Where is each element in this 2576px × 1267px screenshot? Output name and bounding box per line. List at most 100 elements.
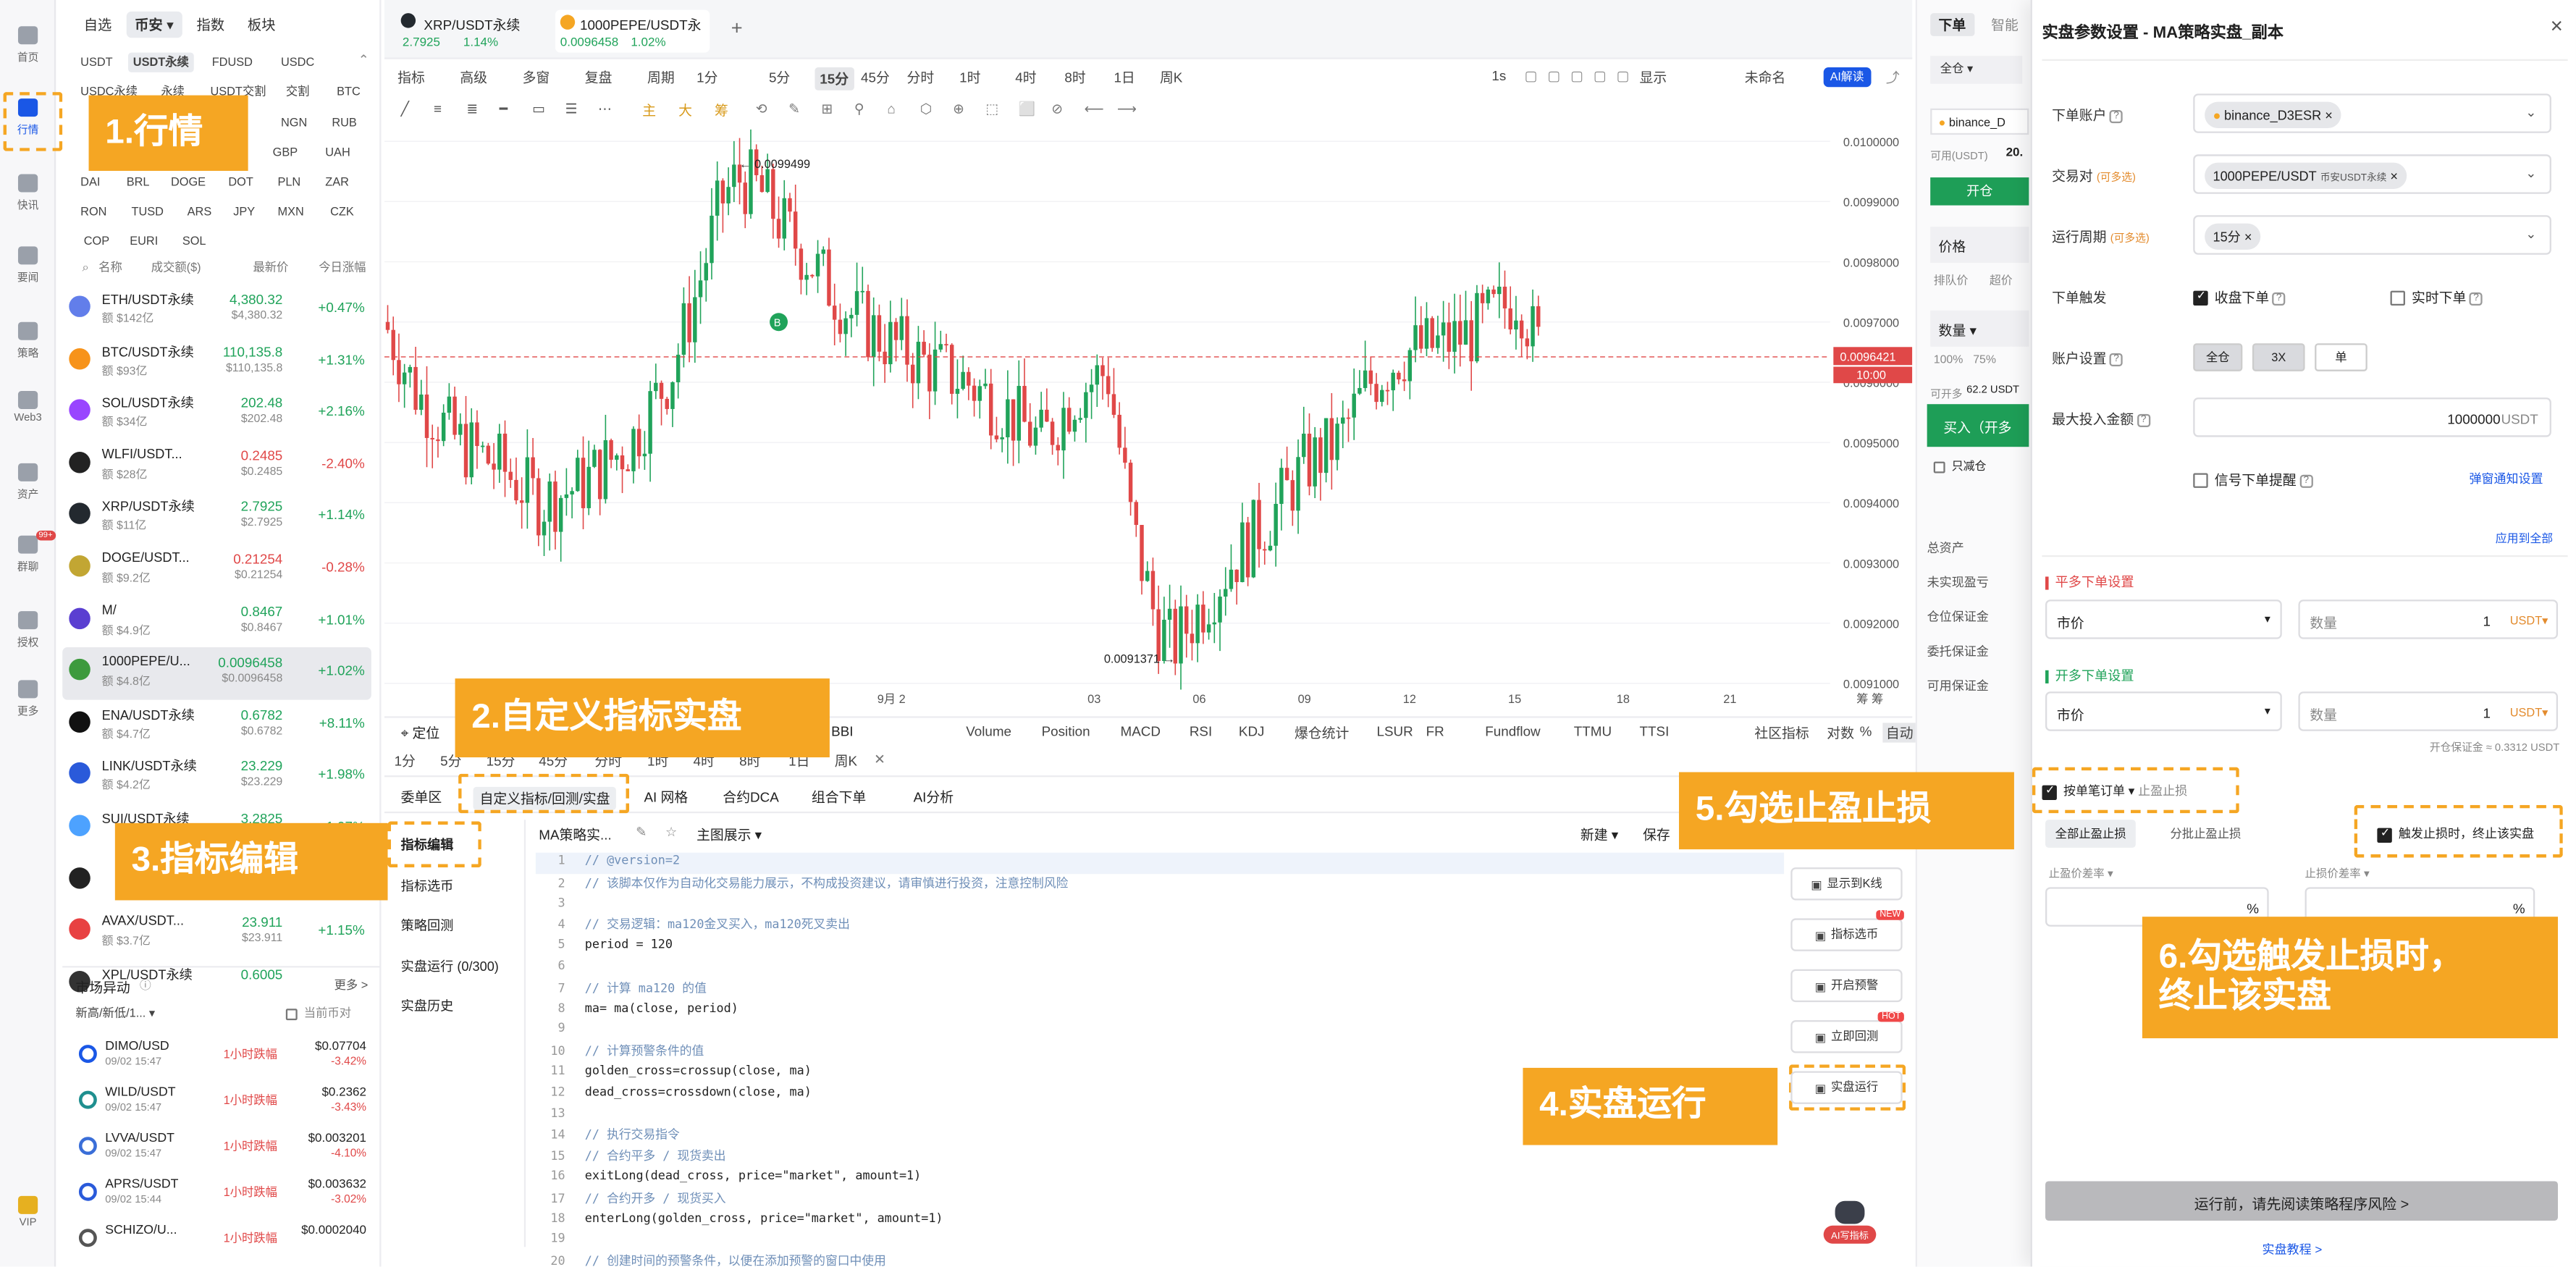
qty-input[interactable]: 数量 ▾ bbox=[1930, 310, 2029, 347]
toolbar-item-12[interactable]: 8时 bbox=[1064, 67, 1085, 87]
draw-tool-icon[interactable]: ━ bbox=[500, 100, 508, 117]
rail-item-10[interactable]: VIP bbox=[0, 1195, 56, 1229]
tool-icon[interactable]: ⬜ bbox=[1019, 100, 1035, 118]
period-tag[interactable]: 15分 × bbox=[2205, 223, 2260, 250]
quote-chip[interactable]: 交割 bbox=[281, 82, 314, 101]
market-row[interactable]: AVAX/USDT... 额 $3.7亿 23.911 $23.911 +1.15% bbox=[62, 907, 371, 960]
close-button[interactable]: × bbox=[2551, 13, 2563, 38]
draw-tool-icon[interactable]: ╱ bbox=[401, 100, 409, 117]
account-tag[interactable]: ● binance_D3ESR × bbox=[2205, 101, 2341, 128]
tool-icon[interactable]: ⬚ bbox=[985, 100, 998, 117]
draw-tool-icon[interactable]: ⋯ bbox=[598, 100, 612, 117]
period-0[interactable]: 1分 bbox=[395, 751, 416, 770]
side-button-0[interactable]: ▣ 显示到K线 bbox=[1790, 867, 1903, 901]
pair-tag[interactable]: 1000PEPE/USDT 币安USDT永续 × bbox=[2205, 162, 2407, 189]
side-menu-item-4[interactable]: 实盘历史 bbox=[401, 997, 454, 1015]
code-line[interactable]: 10 // 计算预警条件的值 bbox=[536, 1042, 1785, 1063]
indicator-6[interactable]: LSUR bbox=[1377, 723, 1413, 739]
period-9[interactable]: 周K bbox=[835, 751, 857, 770]
code-line[interactable]: 18 enterLong(golden_cross, price="market"… bbox=[536, 1210, 1785, 1231]
toolbar-item-9[interactable]: 分时 bbox=[907, 67, 935, 87]
expand-icon[interactable]: ▢ bbox=[1617, 67, 1630, 84]
new-button[interactable]: 新建 ▾ bbox=[1580, 825, 1618, 844]
quote-chip[interactable]: FDUSD bbox=[207, 53, 258, 71]
trigger-close-radio[interactable]: 收盘下单? bbox=[2193, 287, 2286, 307]
rail-item-2[interactable]: 快讯 bbox=[0, 174, 56, 212]
header-vol[interactable]: 成交额($) bbox=[151, 260, 201, 277]
code-line[interactable]: 5 period = 120 bbox=[536, 937, 1785, 958]
toolbar-right-3[interactable]: AI解读 bbox=[1823, 67, 1871, 88]
locate-button[interactable]: ⌖ 定位 bbox=[401, 723, 440, 742]
indicator-9[interactable]: TTMU bbox=[1574, 723, 1612, 739]
quote-chip[interactable]: MXN bbox=[273, 202, 309, 220]
close-long-type-select[interactable]: 市价 ▾ bbox=[2045, 599, 2282, 639]
toolbar-item-11[interactable]: 4时 bbox=[1015, 67, 1036, 87]
bottom-tab-3[interactable]: 合约DCA bbox=[723, 787, 778, 807]
toolbar-item-6[interactable]: 5分 bbox=[769, 67, 790, 87]
quote-chip[interactable]: USDT永续 bbox=[127, 52, 194, 72]
side-button-1[interactable]: ▣ 指标选币 NEW bbox=[1790, 910, 1904, 951]
quote-chip[interactable]: DOGE bbox=[166, 172, 211, 190]
toolbar-item-2[interactable]: 多窗 bbox=[523, 67, 550, 87]
mover-row[interactable]: LVVA/USDT 09/02 15:47 1小时跌幅 $0.003201 -4.10% bbox=[62, 1125, 381, 1168]
quote-chip[interactable]: UAH bbox=[320, 143, 355, 161]
quote-chip[interactable]: GBP bbox=[268, 143, 303, 161]
toolbar-item-0[interactable]: 指标 bbox=[397, 67, 425, 87]
mover-row[interactable]: SCHIZO/U... 1小时跌幅 $0.0002040 bbox=[62, 1217, 381, 1260]
tool-icon[interactable]: ⟵ bbox=[1085, 100, 1104, 117]
code-line[interactable]: 3 bbox=[536, 895, 1785, 916]
pair-select[interactable]: 1000PEPE/USDT 币安USDT永续 × ⌄ bbox=[2193, 154, 2551, 194]
indicator-3[interactable]: RSI bbox=[1190, 723, 1212, 739]
tab-order[interactable]: 下单 bbox=[1930, 13, 1974, 36]
bottom-tab-0[interactable]: 委单区 bbox=[401, 787, 442, 807]
mover-row[interactable]: APRS/USDT 09/02 15:44 1小时跌幅 $0.003632 -3.02% bbox=[62, 1171, 381, 1214]
quote-chip[interactable]: CZK bbox=[325, 202, 358, 220]
close-icon[interactable]: ✕ bbox=[874, 751, 885, 767]
tool-icon[interactable]: ⌂ bbox=[887, 100, 895, 117]
star-icon[interactable]: ☆ bbox=[665, 825, 677, 839]
quote-chip[interactable]: ZAR bbox=[320, 172, 353, 190]
toolbar-item-7[interactable]: 15分 bbox=[815, 67, 854, 90]
side-menu-item-1[interactable]: 指标选币 bbox=[401, 877, 454, 895]
header-name[interactable]: 名称 bbox=[98, 260, 122, 277]
draw-tool-icon[interactable]: ≣ bbox=[466, 100, 478, 117]
help-icon[interactable]: ⓘ bbox=[140, 977, 151, 994]
toolbar-item-14[interactable]: 周K bbox=[1160, 67, 1182, 87]
quote-chip[interactable]: DOT bbox=[224, 172, 258, 190]
market-row[interactable]: DOGE/USDT... 额 $9.2亿 0.21254 $0.21254 -0.28% bbox=[62, 544, 371, 597]
market-row[interactable]: LINK/USDT永续额 $4.2亿 23.229 $23.229 +1.98% bbox=[62, 752, 371, 804]
trigger-realtime-radio[interactable]: 实时下单? bbox=[2390, 287, 2483, 307]
overlay-toggle[interactable]: 主 bbox=[642, 100, 656, 119]
quote-chip[interactable]: RUB bbox=[327, 114, 362, 132]
code-line[interactable]: 16 exitLong(dead_cross, price="market", a… bbox=[536, 1168, 1785, 1189]
indicator-1[interactable]: Position bbox=[1042, 723, 1090, 739]
quote-chip[interactable]: COP bbox=[79, 232, 114, 250]
signal-remind-checkbox[interactable]: 信号下单提醒? bbox=[2193, 470, 2313, 489]
ai-write-indicator-button[interactable]: AI写指标 bbox=[1823, 1200, 1877, 1250]
quote-chip[interactable]: SOL bbox=[177, 232, 211, 250]
seg-cross[interactable]: 全仓 bbox=[2193, 343, 2243, 371]
quote-chip[interactable]: JPY bbox=[228, 202, 260, 220]
toolbar-item-10[interactable]: 1时 bbox=[959, 67, 980, 87]
tool-icon[interactable]: ⟶ bbox=[1117, 100, 1137, 117]
market-row[interactable]: ENA/USDT永续额 $4.7亿 0.6782 $0.6782 +8.11% bbox=[62, 699, 371, 752]
rail-item-4[interactable]: 策略 bbox=[0, 321, 56, 360]
tool-icon[interactable]: ⊞ bbox=[822, 100, 833, 117]
tab-sectors[interactable]: 板块 bbox=[240, 12, 284, 38]
queue-price-2[interactable]: 超价 bbox=[1990, 273, 2013, 290]
bbi-indicator[interactable]: BBI bbox=[831, 723, 853, 739]
camera-icon[interactable]: ▢ bbox=[1525, 67, 1538, 84]
toolbar-item-3[interactable]: 复盘 bbox=[585, 67, 613, 87]
rail-item-0[interactable]: 首页 bbox=[0, 26, 56, 64]
quote-chip[interactable]: TUSD bbox=[127, 202, 169, 220]
indicator-0[interactable]: Volume bbox=[966, 723, 1011, 739]
rail-item-3[interactable]: 要闻 bbox=[0, 246, 56, 285]
close-long-qty-input[interactable]: 数量 1 USDT▾ bbox=[2298, 599, 2558, 639]
toolbar-right-0[interactable]: 1s bbox=[1491, 67, 1506, 84]
quote-chip[interactable]: USDC bbox=[276, 53, 319, 71]
tool-icon[interactable]: ⟲ bbox=[756, 100, 767, 117]
quote-chip[interactable]: DAI bbox=[75, 172, 105, 190]
all-tp-sl-tab[interactable]: 全部止盈止损 bbox=[2045, 820, 2137, 848]
period-select[interactable]: 15分 × ⌄ bbox=[2193, 215, 2551, 255]
seg-leverage[interactable]: 3X bbox=[2252, 343, 2305, 371]
